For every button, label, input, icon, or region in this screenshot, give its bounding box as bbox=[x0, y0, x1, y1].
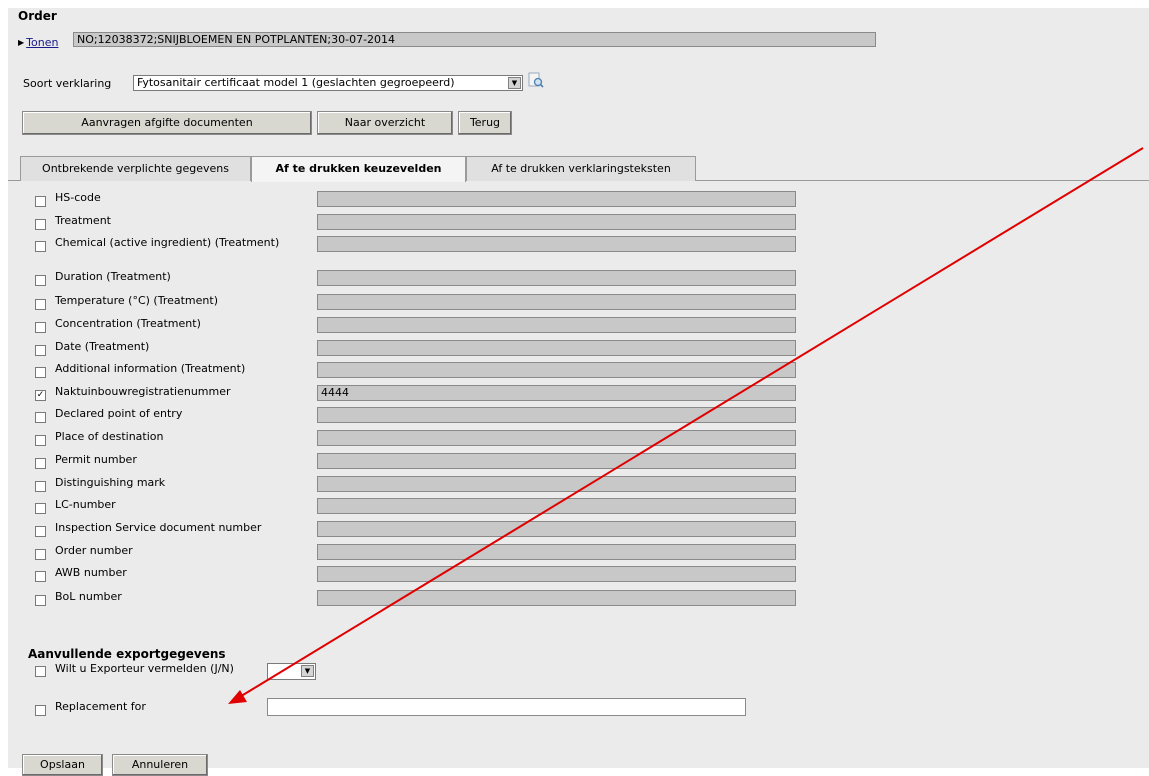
arrow-head bbox=[228, 690, 247, 704]
arrow-line bbox=[237, 147, 1144, 699]
annotation-arrow bbox=[228, 147, 1144, 704]
